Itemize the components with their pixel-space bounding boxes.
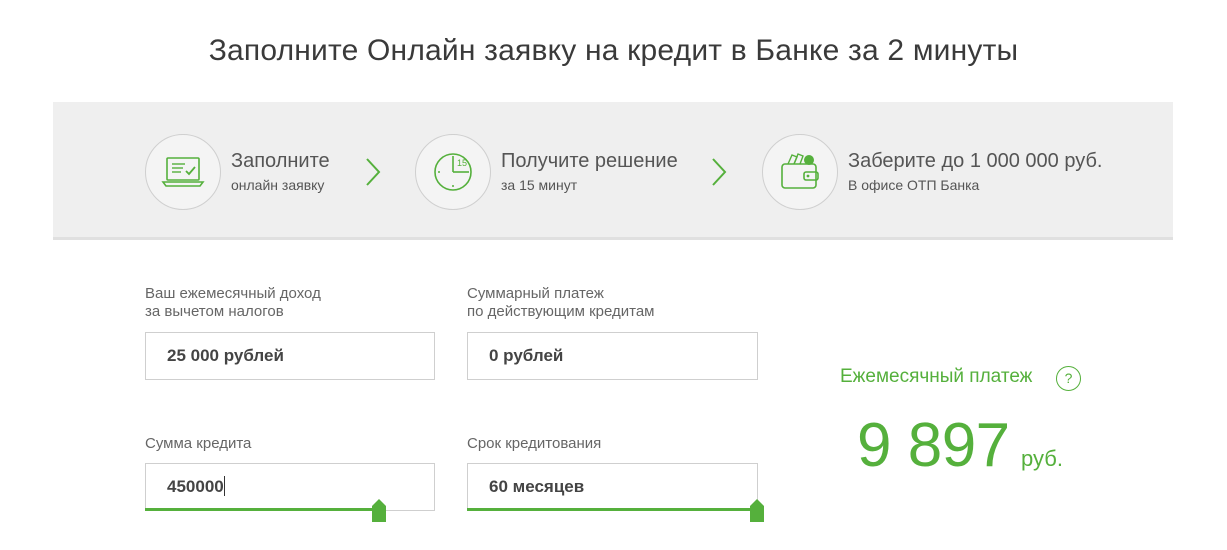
term-slider-track[interactable] (467, 508, 757, 511)
step-pick-up: Заберите до 1 000 000 руб. В офисе ОТП Б… (762, 134, 1102, 210)
amount-input[interactable]: 450000 (145, 463, 435, 511)
step-subtitle: онлайн заявку (231, 177, 325, 193)
step-title: Заберите до 1 000 000 руб. (848, 150, 1103, 172)
payments-label: Суммарный платеж по действующим кредитам (467, 285, 654, 321)
term-label: Срок кредитования (467, 435, 602, 452)
amount-slider-track[interactable] (145, 508, 379, 511)
text-cursor (223, 476, 225, 496)
income-input[interactable]: 25 000 рублей (145, 332, 435, 380)
amount-label: Сумма кредита (145, 435, 252, 452)
step-subtitle: В офисе ОТП Банка (848, 177, 980, 193)
step-subtitle: за 15 минут (501, 177, 578, 193)
clock-15-icon: 15 (415, 134, 491, 210)
laptop-check-icon (145, 134, 221, 210)
step-get-decision: 15 Получите решение за 15 минут (415, 134, 678, 210)
help-icon[interactable]: ? (1056, 366, 1081, 391)
chevron-right-icon (712, 158, 727, 186)
income-label-line2: за вычетом налогов (145, 303, 284, 320)
svg-text:15: 15 (457, 158, 467, 168)
page-title: Заполните Онлайн заявку на кредит в Банк… (208, 34, 1019, 67)
term-input[interactable]: 60 месяцев (467, 463, 758, 511)
step-title: Получите решение (501, 150, 678, 172)
step-title: Заполните (231, 150, 330, 172)
amount-slider-handle[interactable] (372, 499, 386, 522)
amount-value: 450000 (167, 477, 224, 496)
wallet-icon (762, 134, 838, 210)
income-label: Ваш ежемесячный доход за вычетом налогов (145, 285, 321, 321)
monthly-payment-label: Ежемесячный платеж (840, 366, 1033, 387)
term-slider-handle[interactable] (750, 499, 764, 522)
steps-band: Заполните онлайн заявку 15 Получите реше… (53, 102, 1173, 240)
monthly-payment-value: 9 897 (857, 411, 1010, 480)
payments-label-line2: по действующим кредитам (467, 303, 655, 320)
monthly-payment-unit: руб. (1021, 446, 1063, 471)
payments-label-line1: Суммарный платеж (467, 285, 604, 302)
payments-input[interactable]: 0 рублей (467, 332, 758, 380)
chevron-right-icon (366, 158, 381, 186)
step-fill-form: Заполните онлайн заявку (145, 134, 330, 210)
income-label-line1: Ваш ежемесячный доход (145, 285, 321, 302)
